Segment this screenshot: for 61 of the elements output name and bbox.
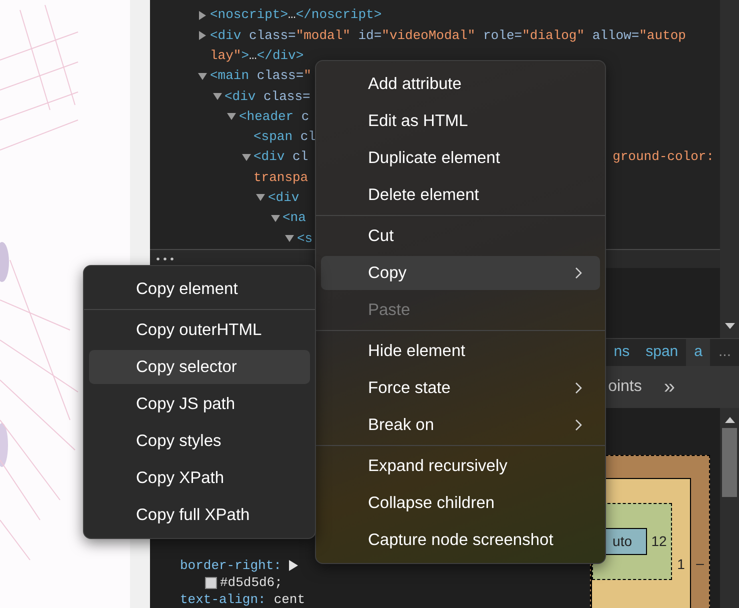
more-dots-icon[interactable] <box>156 257 174 261</box>
menu-item[interactable]: Copy element <box>89 272 310 306</box>
expand-triangle-icon[interactable] <box>198 30 207 40</box>
menu-item[interactable]: Edit as HTML <box>321 104 600 138</box>
margin-value: – <box>696 554 704 573</box>
scrollbar[interactable] <box>720 0 739 338</box>
breadcrumb-item[interactable]: span <box>638 339 686 366</box>
css-property: border-right: <box>180 557 282 574</box>
menu-item[interactable]: Copy XPath <box>89 461 310 495</box>
code-line: <div class="modal" id="videoModal" role="dialog" allow="autop <box>210 26 686 45</box>
scrollbar[interactable] <box>720 408 739 608</box>
tabs-overflow-chevron[interactable]: » <box>664 372 675 402</box>
menu-item[interactable]: Add attribute <box>321 67 600 101</box>
code-line: <div cl <box>254 148 308 166</box>
code-line: <div <box>268 189 300 208</box>
code-line: lay">…</div> <box>210 46 304 65</box>
menu-item[interactable]: Expand recursively <box>321 449 600 483</box>
color-swatch[interactable] <box>205 576 217 588</box>
breadcrumb-overflow[interactable]: ... <box>710 339 739 366</box>
menu-item[interactable]: Cut <box>321 219 600 253</box>
menu-item[interactable]: Copy selector <box>89 350 310 384</box>
menu-item[interactable]: Copy outerHTML <box>89 313 310 347</box>
scroll-down-arrow-icon[interactable] <box>724 323 734 329</box>
css-value: #d5d5d6; <box>220 574 282 591</box>
css-value: cent <box>274 591 306 608</box>
scroll-up-arrow-icon[interactable] <box>724 417 734 423</box>
menu-item[interactable]: Duplicate element <box>321 141 600 175</box>
code-line: <span cl <box>254 128 316 146</box>
expand-triangle-icon[interactable] <box>198 10 207 20</box>
menu-item[interactable]: Break on <box>321 408 600 442</box>
collapse-triangle-icon[interactable] <box>256 193 265 202</box>
collapse-triangle-icon[interactable] <box>242 152 250 162</box>
menu-item[interactable]: Copy full XPath <box>89 498 310 532</box>
scrollbar-thumb[interactable] <box>722 428 737 497</box>
code-line: <s <box>297 230 313 248</box>
panel-tab[interactable]: oints <box>608 375 642 399</box>
breadcrumb-item[interactable]: ns <box>606 339 638 366</box>
collapse-triangle-icon[interactable] <box>285 234 294 243</box>
menu-item[interactable]: Hide element <box>321 334 600 368</box>
menu-item[interactable]: Collapse children <box>321 486 600 520</box>
padding-value: 12 <box>651 532 667 551</box>
collapse-triangle-icon[interactable] <box>270 214 280 223</box>
collapse-triangle-icon[interactable] <box>212 92 222 101</box>
code-line: transpa <box>254 168 308 187</box>
css-property: text-align: <box>180 591 266 608</box>
menu-item[interactable]: Delete element <box>321 178 600 212</box>
code-line: <header c <box>239 108 310 126</box>
code-line: <main class=" <box>210 67 312 86</box>
menu-item[interactable]: Force state <box>321 371 600 405</box>
code-fragment: ground-color: <box>612 148 715 166</box>
menu-item[interactable]: Copy styles <box>89 424 310 458</box>
collapse-triangle-icon[interactable] <box>198 72 207 81</box>
menu-item[interactable]: Copy JS path <box>89 387 310 421</box>
breadcrumb-item[interactable]: a <box>686 339 710 366</box>
menu-item[interactable]: Copy <box>321 256 600 290</box>
expand-triangle-icon[interactable] <box>289 560 298 571</box>
collapse-triangle-icon[interactable] <box>227 112 236 122</box>
code-line: <div class= <box>224 88 310 106</box>
border-value: 1 <box>677 555 685 574</box>
code-line: <noscript>…</noscript> <box>210 6 382 24</box>
code-line: <na <box>282 209 306 228</box>
